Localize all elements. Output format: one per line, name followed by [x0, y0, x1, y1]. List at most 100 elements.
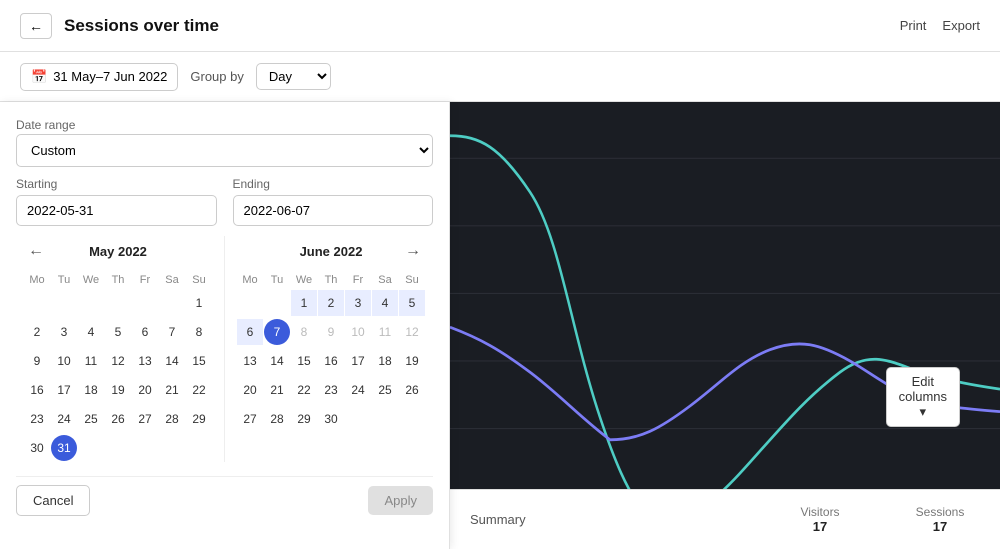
june-day-cell[interactable]: 27: [237, 406, 263, 432]
june-day-cell[interactable]: 1: [291, 290, 317, 316]
apply-button[interactable]: Apply: [368, 486, 433, 515]
june-day-cell[interactable]: 2: [318, 290, 344, 316]
may-day-cell[interactable]: 7: [159, 319, 185, 345]
may-cal-grid: Mo Tu We Th Fr Sa Su 1234567891011121314…: [24, 272, 212, 462]
date-range-select[interactable]: Custom Today Yesterday Last 7 days Last …: [16, 134, 433, 167]
sessions-col: Sessions 17: [900, 505, 980, 534]
may-day-cell[interactable]: 19: [105, 377, 131, 403]
june-day-cell[interactable]: 19: [399, 348, 425, 374]
calendar-icon: 📅: [31, 69, 47, 85]
june-day-cell[interactable]: 24: [345, 377, 371, 403]
june-day-cell[interactable]: 22: [291, 377, 317, 403]
may-header-tu: Tu: [51, 272, 77, 288]
may-day-cell[interactable]: 21: [159, 377, 185, 403]
date-range-section: Date range Custom Today Yesterday Last 7…: [16, 118, 433, 167]
starting-input[interactable]: [16, 195, 217, 226]
june-day-cell[interactable]: 7: [264, 319, 290, 345]
may-day-cell[interactable]: 18: [78, 377, 104, 403]
june-day-cell[interactable]: 15: [291, 348, 317, 374]
june-day-cell[interactable]: 4: [372, 290, 398, 316]
june-day-cell[interactable]: 17: [345, 348, 371, 374]
june-header-fr: Fr: [345, 272, 371, 288]
may-day-cell[interactable]: 17: [51, 377, 77, 403]
may-day-cell[interactable]: 16: [24, 377, 50, 403]
june-day-cell[interactable]: 5: [399, 290, 425, 316]
may-day-cell[interactable]: 20: [132, 377, 158, 403]
june-header-mo: Mo: [237, 272, 263, 288]
june-calendar: June 2022 → Mo Tu We Th Fr Sa Su 1234567…: [229, 236, 433, 462]
may-day-cell[interactable]: 3: [51, 319, 77, 345]
page-title: Sessions over time: [64, 16, 219, 36]
june-day-cell[interactable]: 10: [345, 319, 371, 345]
sessions-header: Sessions: [900, 505, 980, 519]
may-day-cell[interactable]: 1: [186, 290, 212, 316]
may-day-cell[interactable]: 14: [159, 348, 185, 374]
june-calendar-header: June 2022 →: [237, 236, 425, 266]
june-day-cell[interactable]: 28: [264, 406, 290, 432]
june-day-cell[interactable]: 8: [291, 319, 317, 345]
toolbar: 📅 31 May–7 Jun 2022 Group by Day Hour We…: [0, 52, 1000, 102]
may-day-cell[interactable]: 11: [78, 348, 104, 374]
may-day-cell[interactable]: 15: [186, 348, 212, 374]
june-day-cell[interactable]: 12: [399, 319, 425, 345]
june-day-cell[interactable]: 6: [237, 319, 263, 345]
may-day-cell[interactable]: 30: [24, 435, 50, 461]
june-day-cell[interactable]: 25: [372, 377, 398, 403]
june-day-cell[interactable]: 9: [318, 319, 344, 345]
june-header-th: Th: [318, 272, 344, 288]
may-day-cell[interactable]: 4: [78, 319, 104, 345]
may-header-th: Th: [105, 272, 131, 288]
next-month-button[interactable]: →: [401, 242, 425, 260]
print-button[interactable]: Print: [900, 18, 927, 33]
june-day-cell[interactable]: 29: [291, 406, 317, 432]
june-day-cell[interactable]: 14: [264, 348, 290, 374]
visitors-col: Visitors 17: [780, 505, 860, 534]
starting-label: Starting: [16, 177, 217, 191]
calendar-divider: [224, 236, 225, 462]
may-day-cell[interactable]: 5: [105, 319, 131, 345]
june-day-cell[interactable]: 16: [318, 348, 344, 374]
june-day-cell[interactable]: 13: [237, 348, 263, 374]
group-by-select[interactable]: Day Hour Week Month: [256, 63, 331, 90]
back-button[interactable]: ←: [20, 13, 52, 39]
june-day-cell[interactable]: 26: [399, 377, 425, 403]
may-day-cell[interactable]: 29: [186, 406, 212, 432]
cancel-button[interactable]: Cancel: [16, 485, 90, 516]
may-day-cell[interactable]: 25: [78, 406, 104, 432]
date-range-label: 31 May–7 Jun 2022: [53, 69, 167, 84]
may-month-label: May 2022: [89, 244, 147, 259]
datepicker-footer: Cancel Apply: [16, 476, 433, 516]
visitors-value: 17: [780, 519, 860, 534]
may-day-cell[interactable]: 28: [159, 406, 185, 432]
may-day-cell[interactable]: 24: [51, 406, 77, 432]
june-day-cell: [237, 290, 263, 316]
may-day-cell[interactable]: 31: [51, 435, 77, 461]
june-day-cell[interactable]: 21: [264, 377, 290, 403]
may-day-cell[interactable]: 8: [186, 319, 212, 345]
may-day-cell[interactable]: 22: [186, 377, 212, 403]
june-day-cell[interactable]: 18: [372, 348, 398, 374]
prev-month-button[interactable]: ←: [24, 242, 48, 260]
may-day-cell[interactable]: 6: [132, 319, 158, 345]
date-range-button[interactable]: 📅 31 May–7 Jun 2022: [20, 63, 178, 91]
export-button[interactable]: Export: [942, 18, 980, 33]
ending-input[interactable]: [233, 195, 434, 226]
june-day-cell[interactable]: 30: [318, 406, 344, 432]
may-calendar-header: ← May 2022: [24, 236, 212, 266]
edit-columns-button[interactable]: Edit columns ▾: [886, 367, 960, 427]
may-day-cell[interactable]: 10: [51, 348, 77, 374]
group-by-label: Group by: [190, 69, 243, 84]
june-day-cell[interactable]: 11: [372, 319, 398, 345]
may-day-cell[interactable]: 13: [132, 348, 158, 374]
june-day-cell[interactable]: 23: [318, 377, 344, 403]
edit-columns-label: Edit columns ▾: [899, 374, 947, 420]
june-day-cell[interactable]: 20: [237, 377, 263, 403]
may-day-cell[interactable]: 27: [132, 406, 158, 432]
june-header-we: We: [291, 272, 317, 288]
may-day-cell[interactable]: 26: [105, 406, 131, 432]
may-day-cell[interactable]: 2: [24, 319, 50, 345]
may-day-cell[interactable]: 12: [105, 348, 131, 374]
may-day-cell[interactable]: 23: [24, 406, 50, 432]
may-day-cell[interactable]: 9: [24, 348, 50, 374]
june-day-cell[interactable]: 3: [345, 290, 371, 316]
